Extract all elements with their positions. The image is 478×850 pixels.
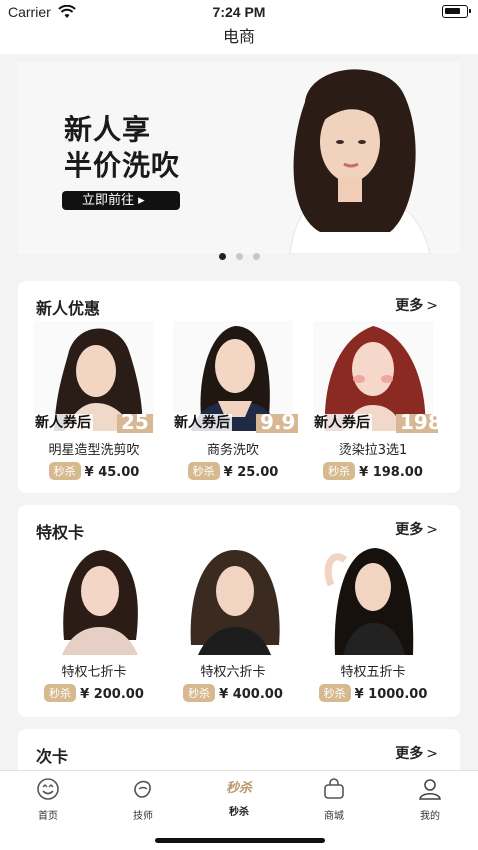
product-price: ¥ 200.00 [80,687,144,702]
section-title: 特权卡 [36,523,85,542]
flash-sale-tag: 秒杀 [323,462,356,480]
pagination-dot[interactable] [235,253,243,260]
price-row: 秒杀 ¥ 200.00 [29,684,159,702]
flash-sale-tag: 秒杀 [48,462,81,480]
more-label: 更多 [395,522,424,538]
tab-label: 技师 [133,811,153,822]
page-title: 电商 [0,24,478,54]
flash-sale-icon: 秒杀 [226,781,253,796]
more-label: 更多 [395,298,424,314]
coupon-banner: 新人券后 25 [29,414,159,433]
product-name: 特权六折卡 [200,665,266,680]
banner-headline-line1: 新人享 [64,113,152,146]
price-row: 秒杀 ¥ 45.00 [29,462,159,480]
section-vip-card: 特权卡 更多 > 特权七折卡 秒杀 ¥ 200.00 特权六折卡 秒杀 ¥ 400.0… [18,505,460,717]
more-link[interactable]: 更多 > [395,295,438,315]
banner-cta-button[interactable]: 立即前往 ▸ [62,191,180,210]
banner-pagination[interactable] [0,253,478,260]
product-price: ¥ 1000.00 [354,687,428,702]
smile-icon [37,778,59,800]
price-row: 秒杀 ¥ 1000.00 [308,684,438,702]
tab-profile[interactable]: 我的 [390,777,470,822]
battery-icon [442,5,471,18]
tab-stylist[interactable]: 技师 [103,777,183,822]
flash-sale-tag: 秒杀 [187,462,220,480]
pagination-dot[interactable] [252,253,260,260]
promo-banner[interactable]: 新人享 半价洗吹 立即前往 ▸ [18,62,460,254]
tab-label: 商城 [324,811,344,822]
shop-bag-icon [324,778,344,799]
product-name: 烫染拉3选1 [338,443,408,458]
profile-icon [419,779,441,800]
product-card[interactable]: 新人券后 198 烫染拉3选1 秒杀 ¥ 198.00 [308,321,438,491]
tab-label: 秒杀 [229,807,249,818]
banner-model-image [289,69,431,254]
more-link[interactable]: 更多 > [395,743,438,763]
coupon-banner: 新人券后 9.9 [168,414,298,433]
status-bar: Carrier 7:24 PM [0,0,478,24]
section-newuser: 新人优惠 更多 > 新人券后 25 明星造型洗剪吹 秒杀 ¥ 45.00 新人券后 … [18,281,460,493]
coupon-label: 新人券后 [312,414,372,433]
product-card[interactable]: 新人券后 25 明星造型洗剪吹 秒杀 ¥ 45.00 [29,321,159,491]
chevron-right-icon: > [426,522,438,538]
flash-sale-tag: 秒杀 [318,684,351,702]
product-name: 特权五折卡 [340,665,406,680]
product-price: ¥ 25.00 [223,465,279,480]
coupon-price: 198 [396,414,438,433]
product-name: 明星造型洗剪吹 [48,443,140,458]
product-image [313,545,433,655]
section-title: 新人优惠 [36,299,101,318]
stylist-icon [134,780,151,798]
product-card[interactable]: 新人券后 9.9 商务洗吹 秒杀 ¥ 25.00 [168,321,298,491]
chevron-right-icon: > [426,298,438,314]
section-title: 次卡 [36,747,69,766]
product-card[interactable]: 特权七折卡 秒杀 ¥ 200.00 [29,545,159,715]
product-price: ¥ 400.00 [219,687,283,702]
product-price: ¥ 45.00 [84,465,140,480]
product-image [173,545,293,655]
product-card[interactable]: 特权六折卡 秒杀 ¥ 400.00 [168,545,298,715]
tab-label: 我的 [420,811,440,822]
banner-headline-line2: 半价洗吹 [64,149,181,182]
more-label: 更多 [395,746,424,762]
product-name: 商务洗吹 [206,443,259,458]
home-indicator[interactable] [155,838,325,843]
banner-headline: 新人享 半价洗吹 [64,112,180,184]
pagination-dot-active[interactable] [218,253,226,260]
more-link[interactable]: 更多 > [395,519,438,539]
product-name: 特权七折卡 [61,665,127,680]
tab-label: 首页 [38,811,58,822]
tab-flash-sale[interactable]: 秒杀 秒杀 [199,777,279,818]
coupon-label: 新人券后 [172,414,232,433]
flash-sale-tag: 秒杀 [183,684,216,702]
coupon-label: 新人券后 [33,414,93,433]
clock: 7:24 PM [212,4,266,20]
coupon-price: 25 [117,414,153,433]
price-row: 秒杀 ¥ 25.00 [168,462,298,480]
price-row: 秒杀 ¥ 198.00 [308,462,438,480]
coupon-banner: 新人券后 198 [308,414,438,433]
chevron-right-icon: > [426,746,438,762]
price-row: 秒杀 ¥ 400.00 [168,684,298,702]
product-card[interactable]: 特权五折卡 秒杀 ¥ 1000.00 [308,545,438,715]
coupon-price: 9.9 [256,414,298,433]
product-image [34,545,154,655]
tab-shop[interactable]: 商城 [294,777,374,822]
product-price: ¥ 198.00 [359,465,423,480]
flash-sale-tag: 秒杀 [44,684,77,702]
tab-home[interactable]: 首页 [8,777,88,822]
